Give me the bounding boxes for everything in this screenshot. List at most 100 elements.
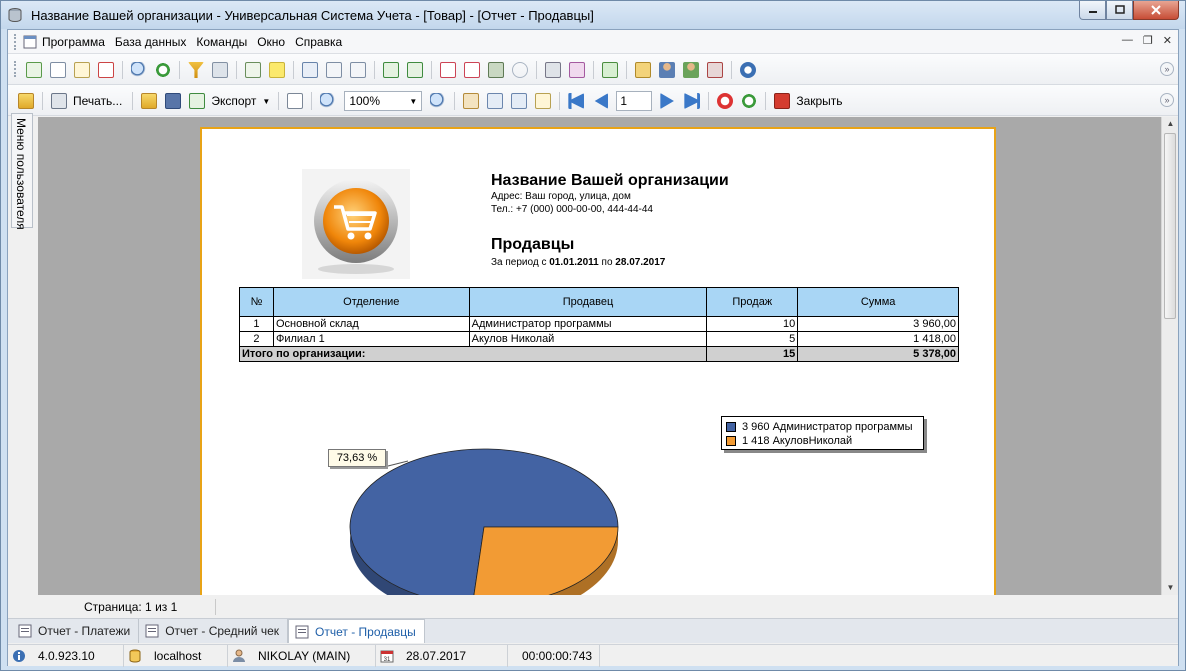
export-button[interactable]: Экспорт xyxy=(211,94,256,108)
filter-clear-icon[interactable] xyxy=(212,62,228,78)
lock-icon[interactable] xyxy=(635,62,651,78)
first-page-icon[interactable] xyxy=(568,93,585,109)
excel-icon[interactable] xyxy=(383,62,399,78)
tree-icon[interactable] xyxy=(463,93,480,109)
find-icon[interactable] xyxy=(511,93,528,109)
server-cell: localhost xyxy=(124,644,228,667)
report-toolbar: Печать... Экспорт ▼ 100% ▼ 1 Закрыть » xyxy=(8,85,1178,116)
plugin-icon[interactable] xyxy=(707,62,723,78)
filter-icon[interactable] xyxy=(188,62,204,78)
mdi-minimize-button[interactable]: — xyxy=(1122,34,1133,47)
menu-help[interactable]: Справка xyxy=(295,35,342,49)
date-text: 28.07.2017 xyxy=(406,648,467,663)
chevron-down-icon[interactable]: ▼ xyxy=(262,97,270,106)
add-icon[interactable] xyxy=(26,62,42,78)
export-excel-icon[interactable] xyxy=(407,62,423,78)
mdi-close-button[interactable]: ✕ xyxy=(1163,34,1172,47)
toolbar-overflow-icon[interactable]: » xyxy=(1160,93,1174,107)
mdi-restore-button[interactable]: ❐ xyxy=(1143,34,1153,47)
close-window-button[interactable] xyxy=(1133,1,1179,20)
printer-icon[interactable] xyxy=(51,93,67,109)
last-page-icon[interactable] xyxy=(684,93,701,109)
menu-window[interactable]: Окно xyxy=(257,35,285,49)
save-icon[interactable] xyxy=(165,93,182,109)
exit-icon[interactable] xyxy=(488,62,504,78)
scroll-up-icon[interactable]: ▲ xyxy=(1162,117,1178,131)
close-report-button[interactable]: Закрыть xyxy=(796,94,842,108)
info-icon[interactable] xyxy=(740,62,756,78)
open-icon[interactable] xyxy=(141,93,158,109)
pie-chart xyxy=(349,448,619,595)
page-setup-icon[interactable] xyxy=(287,93,304,109)
chevron-down-icon: ▼ xyxy=(409,96,418,106)
toolbar-separator xyxy=(431,61,432,79)
user-menu-tab-label: Меню пользователя xyxy=(14,118,28,230)
users-icon[interactable] xyxy=(683,62,699,78)
note-icon[interactable] xyxy=(269,62,285,78)
columns-icon[interactable] xyxy=(302,62,318,78)
export-icon[interactable] xyxy=(189,93,206,109)
menu-program[interactable]: Программа xyxy=(42,35,105,49)
edit-report-icon[interactable] xyxy=(535,93,552,109)
page-status-text: Страница: 1 из 1 xyxy=(84,600,178,614)
page-number-input[interactable] xyxy=(616,91,653,111)
new-window-icon[interactable] xyxy=(440,62,456,78)
maximize-button[interactable] xyxy=(1106,1,1133,20)
zoom-out-icon[interactable] xyxy=(430,93,447,109)
legend-label: 1 418 АкуловНиколай xyxy=(742,435,853,447)
copy-icon[interactable] xyxy=(50,62,66,78)
close-report-icon[interactable] xyxy=(774,93,791,109)
date-cell: 31 28.07.2017 xyxy=(376,644,508,667)
zoom-select[interactable]: 100% ▼ xyxy=(344,91,423,111)
zoom-in-icon[interactable] xyxy=(320,93,337,109)
toolbar-separator xyxy=(765,92,767,110)
client-area: Программа База данных Команды Окно Справ… xyxy=(7,29,1179,667)
user-icon xyxy=(233,649,245,662)
folder-icon[interactable] xyxy=(18,93,34,109)
next-page-icon[interactable] xyxy=(660,93,674,109)
vertical-scrollbar[interactable]: ▲ ▼ xyxy=(1161,117,1178,595)
stop-icon[interactable] xyxy=(717,93,734,109)
prev-page-icon[interactable] xyxy=(594,93,609,109)
add-row-icon[interactable] xyxy=(245,62,261,78)
document-tabs: Отчет - Платежи Отчет - Средний чек Отче… xyxy=(8,618,1178,643)
toolbar-separator xyxy=(311,92,313,110)
tab-sellers-report[interactable]: Отчет - Продавцы xyxy=(288,619,425,643)
user-icon[interactable] xyxy=(659,62,675,78)
paint-icon[interactable] xyxy=(569,62,585,78)
close-window-icon[interactable] xyxy=(464,62,480,78)
delete-icon[interactable] xyxy=(98,62,114,78)
report-icon xyxy=(145,624,159,638)
user-menu-tab[interactable]: Меню пользователя xyxy=(11,113,33,230)
print-button[interactable]: Печать... xyxy=(73,94,122,108)
search-icon[interactable] xyxy=(131,62,147,78)
user-text: NIKOLAY (MAIN) xyxy=(258,648,351,663)
tab-average-check-report[interactable]: Отчет - Средний чек xyxy=(139,619,288,643)
toolbar-grip xyxy=(14,61,16,77)
scrollbar-thumb[interactable] xyxy=(1164,133,1176,319)
toolbar-separator xyxy=(293,61,294,79)
refresh-icon[interactable] xyxy=(155,62,171,78)
menubar-grip xyxy=(14,34,17,50)
minimize-button[interactable] xyxy=(1079,1,1106,20)
refresh-icon[interactable] xyxy=(741,93,758,109)
edit-icon[interactable] xyxy=(74,62,90,78)
expand-icon[interactable] xyxy=(326,62,342,78)
menu-commands[interactable]: Команды xyxy=(196,35,247,49)
toolbar-overflow-icon[interactable]: » xyxy=(1160,62,1174,76)
thumbnails-icon[interactable] xyxy=(487,93,504,109)
report-preview: Название Вашей организации Адрес: Ваш го… xyxy=(38,117,1178,595)
zoom-value: 100% xyxy=(349,94,381,108)
scroll-down-icon[interactable]: ▼ xyxy=(1162,581,1178,595)
tools-icon[interactable] xyxy=(545,62,561,78)
main-toolbar: » xyxy=(8,54,1178,85)
forward-icon[interactable] xyxy=(512,62,528,78)
tab-payments-report[interactable]: Отчет - Платежи xyxy=(12,619,140,643)
tab-label: Отчет - Продавцы xyxy=(315,624,416,639)
collapse-icon[interactable] xyxy=(350,62,366,78)
version-text: 4.0.923.10 xyxy=(38,648,95,663)
database-icon xyxy=(8,8,22,23)
check-icon[interactable] xyxy=(602,62,618,78)
menu-database[interactable]: База данных xyxy=(115,35,186,49)
toolbar-separator xyxy=(42,92,43,110)
